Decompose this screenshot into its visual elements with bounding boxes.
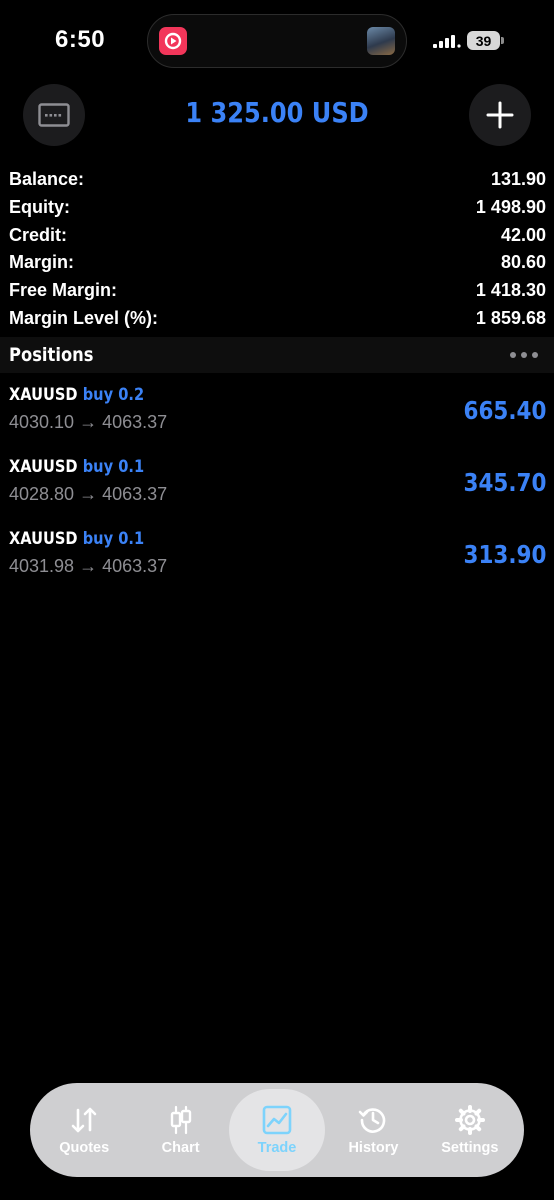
positions-title: Positions xyxy=(9,344,94,366)
account-label: Balance: xyxy=(9,169,85,190)
position-side: buy 0.1 xyxy=(82,529,145,549)
recording-app-icon[interactable] xyxy=(159,27,187,55)
trade-screen: 6:50 39 1 325.00 USD Balance: 131.90 Equ… xyxy=(0,0,554,1200)
position-row[interactable]: XAUUSD buy 0.1 4028.80 → 4063.37 345.70 xyxy=(0,447,554,519)
position-profit: 345.70 xyxy=(463,468,546,497)
battery-tip xyxy=(501,37,504,44)
battery-icon: 39 xyxy=(467,31,500,50)
position-row[interactable]: XAUUSD buy 0.1 4031.98 → 4063.37 313.90 xyxy=(0,519,554,591)
account-label: Margin: xyxy=(9,252,74,273)
position-title: XAUUSD buy 0.1 xyxy=(9,529,144,549)
position-row[interactable]: XAUUSD buy 0.2 4030.10 → 4063.37 665.40 xyxy=(0,375,554,447)
account-row-credit: Credit: 42.00 xyxy=(9,221,546,249)
position-symbol: XAUUSD xyxy=(9,457,78,477)
tab-label: Quotes xyxy=(59,1140,110,1156)
position-prices: 4030.10 → 4063.37 xyxy=(9,412,168,432)
more-options-icon[interactable] xyxy=(510,352,538,358)
position-side: buy 0.2 xyxy=(82,385,145,405)
account-value: 1 418.30 xyxy=(475,280,546,301)
tab-label: Settings xyxy=(441,1140,499,1156)
account-row-free-margin: Free Margin: 1 418.30 xyxy=(9,277,546,305)
tab-label: Trade xyxy=(257,1140,297,1156)
account-value: 80.60 xyxy=(500,252,546,273)
account-label: Credit: xyxy=(9,224,67,245)
position-title: XAUUSD buy 0.2 xyxy=(9,385,144,405)
tab-settings[interactable]: Settings xyxy=(422,1089,518,1171)
account-row-margin-level: Margin Level (%): 1 859.68 xyxy=(9,304,546,332)
position-symbol: XAUUSD xyxy=(9,529,78,549)
position-profit: 313.90 xyxy=(463,540,546,569)
tab-quotes[interactable]: Quotes xyxy=(36,1089,132,1171)
battery-level: 39 xyxy=(475,32,492,49)
account-value: 42.00 xyxy=(500,224,546,245)
gear-icon xyxy=(454,1105,485,1135)
position-side: buy 0.1 xyxy=(82,457,145,477)
plus-icon xyxy=(486,101,514,129)
account-equity-title: 1 325.00 USD xyxy=(185,96,369,129)
account-label: Margin Level (%): xyxy=(9,307,159,328)
account-value: 131.90 xyxy=(490,169,546,190)
tab-trade[interactable]: Trade xyxy=(228,1089,326,1171)
position-symbol: XAUUSD xyxy=(9,385,78,405)
signal-icon xyxy=(433,35,461,48)
account-value: 1 498.90 xyxy=(475,197,546,218)
position-profit: 665.40 xyxy=(463,396,546,425)
tab-label: Chart xyxy=(161,1140,200,1156)
position-prices: 4028.80 → 4063.37 xyxy=(9,484,168,504)
account-value: 1 859.68 xyxy=(475,307,546,328)
position-prices: 4031.98 → 4063.37 xyxy=(9,556,168,576)
tab-history[interactable]: History xyxy=(325,1089,421,1171)
account-label: Free Margin: xyxy=(9,280,118,301)
tab-chart[interactable]: Chart xyxy=(132,1089,228,1171)
trade-chart-icon xyxy=(262,1105,292,1135)
media-thumbnail[interactable] xyxy=(367,27,395,55)
account-row-equity: Equity: 1 498.90 xyxy=(9,194,546,222)
account-label: Equity: xyxy=(9,197,70,218)
history-icon xyxy=(359,1108,386,1133)
position-title: XAUUSD buy 0.1 xyxy=(9,457,144,477)
tab-bar: Quotes Chart Trade History Settings xyxy=(30,1083,524,1177)
account-summary: Balance: 131.90 Equity: 1 498.90 Credit:… xyxy=(9,166,546,332)
arrows-up-down-icon xyxy=(71,1107,97,1133)
tab-label: History xyxy=(348,1140,399,1156)
account-row-balance: Balance: 131.90 xyxy=(9,166,546,194)
new-order-button[interactable] xyxy=(469,84,531,146)
positions-section-header: Positions xyxy=(0,337,554,373)
status-time: 6:50 xyxy=(55,26,106,53)
dynamic-island[interactable] xyxy=(147,14,407,68)
account-row-margin: Margin: 80.60 xyxy=(9,249,546,277)
candlestick-icon xyxy=(170,1105,191,1135)
